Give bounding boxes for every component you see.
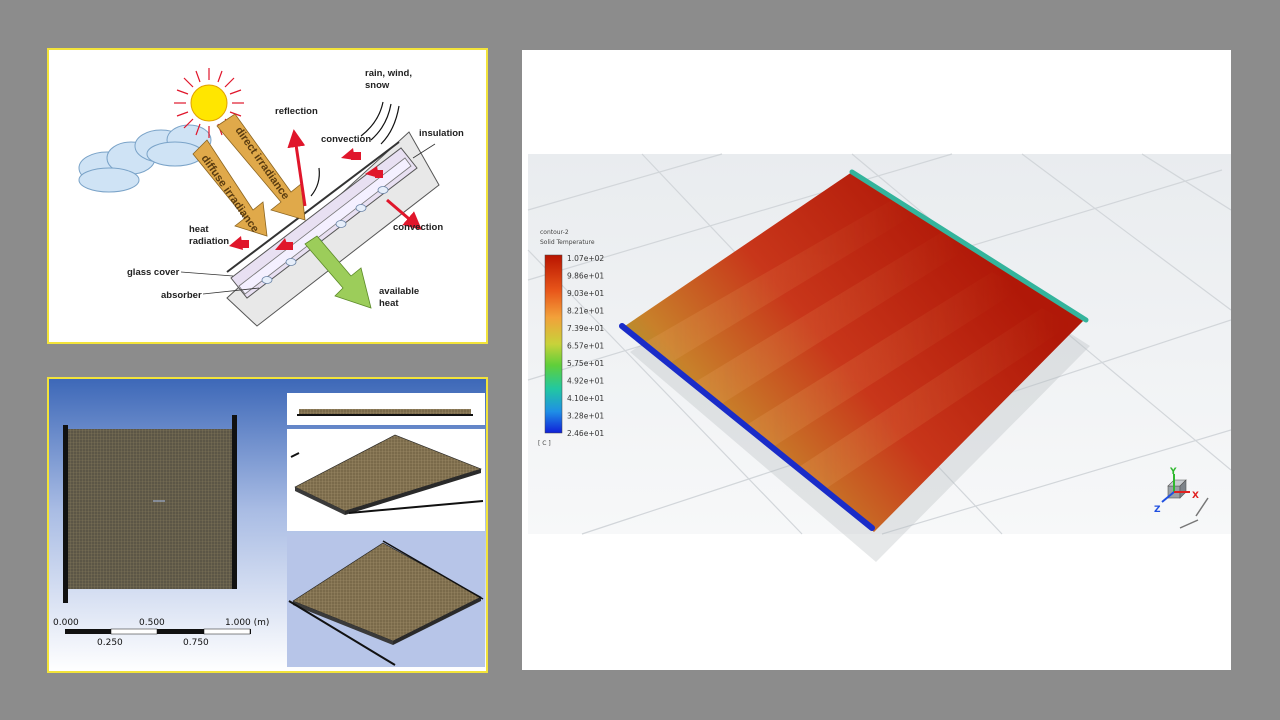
legend-tick-label: 5.75e+01 [567,359,604,368]
available-heat-label-line1: available [379,286,419,297]
mesh-views: 0.000 0.500 1.000 (m) 0.250 0.750 [49,379,486,671]
heat-radiation-label-line2: radiation [189,236,229,247]
legend-title-line1: contour-2 [540,229,569,236]
available-heat-label-line2: heat [379,298,399,309]
mesh-top-view [63,415,237,603]
insulation-label: insulation [419,128,464,139]
scale-tick-0-5: 0.500 [139,618,165,628]
legend-tick-label: 3.28e+01 [567,412,604,421]
axis-y-label: Y [1169,467,1177,477]
legend-unit: [ C ] [538,440,551,447]
solar-collector-diagram: direct irradiance diffuse irradiance rai… [78,68,464,327]
legend-tick-label: 4.10e+01 [567,394,604,403]
axis-z-label: Z [1154,505,1161,515]
temperature-contour-panel: contour-2 Solid Temperature 1.07e+02 9.86… [522,50,1231,670]
mesh-iso-view-1 [287,429,485,531]
scale-bar [65,628,251,635]
convection-right-label: convection [393,222,443,233]
axis-x-label: X [1192,491,1199,501]
scale-tick-0-75: 0.750 [183,638,209,648]
scale-tick-0-25: 0.250 [97,638,123,648]
legend-tick-label: 7.39e+01 [567,324,604,333]
legend-tick-label: 1.07e+02 [567,254,604,263]
absorber-label: absorber [161,290,202,301]
heat-radiation-label-line1: heat [189,224,209,235]
scale-tick-1-0: 1.000 (m) [225,618,269,628]
legend-tick-label: 2.46e+01 [567,429,604,438]
legend-tick-label: 4.92e+01 [567,377,604,386]
legend-tick-label: 8.21e+01 [567,307,604,316]
convection-top-label: convection [321,134,371,145]
snow-label: snow [365,80,390,91]
scale-tick-0: 0.000 [53,618,79,628]
legend-tick-label: 9.86e+01 [567,272,604,281]
legend-color-bar [544,254,563,434]
cloud-icon [78,124,212,193]
rain-wind-label: rain, wind, [365,68,412,79]
mesh-panel: 0.000 0.500 1.000 (m) 0.250 0.750 [47,377,488,673]
legend-tick-label: 9.03e+01 [567,289,604,298]
mesh-side-view [287,393,485,425]
direct-irradiance-label: direct irradiance [233,125,292,202]
legend-tick-label: 6.57e+01 [567,342,604,351]
glass-cover-label: glass cover [127,267,180,278]
solar-collector-diagram-panel: direct irradiance diffuse irradiance rai… [47,48,488,344]
reflection-label: reflection [275,106,318,117]
mesh-iso-view-2 [287,535,485,667]
legend-title-line2: Solid Temperature [540,239,595,246]
temperature-contour-view: contour-2 Solid Temperature 1.07e+02 9.86… [527,153,1231,562]
